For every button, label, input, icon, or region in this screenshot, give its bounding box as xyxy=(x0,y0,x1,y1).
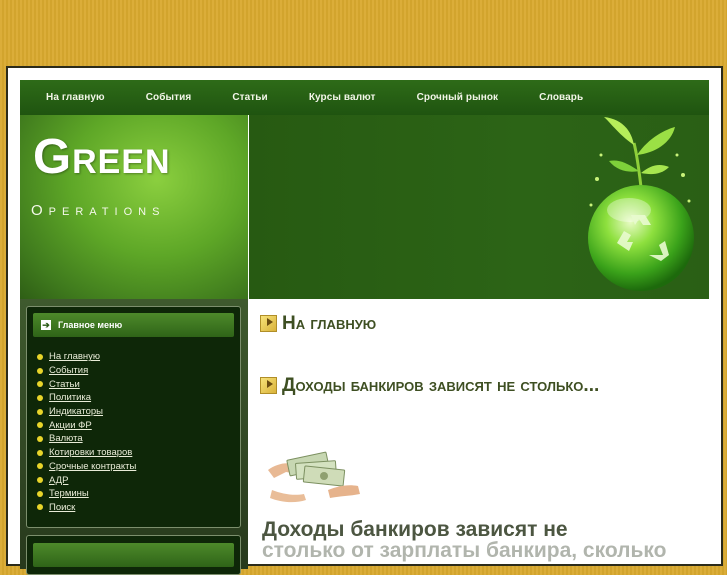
menu-item-politics[interactable]: Политика xyxy=(37,391,136,405)
article-title-continued: столько от зарплаты банкира, сколько xyxy=(262,539,667,562)
bullet-icon xyxy=(37,490,43,497)
arrow-right-icon: ➔ xyxy=(41,320,51,330)
heading-text: На главную xyxy=(282,313,377,334)
menu-link[interactable]: Срочные контракты xyxy=(49,461,136,472)
page-frame: На главную События Статьи Курсы валют Ср… xyxy=(6,66,723,575)
menu-item-events[interactable]: События xyxy=(37,364,136,378)
logo-subtitle: Operations xyxy=(31,202,166,219)
content-heading-article[interactable]: Доходы банкиров зависят не столько... xyxy=(260,375,599,397)
menu-link[interactable]: На главную xyxy=(49,351,100,362)
menu-item-articles[interactable]: Статьи xyxy=(37,377,136,391)
site-logo[interactable]: Green Operations xyxy=(20,115,248,299)
nav-dictionary[interactable]: Словарь xyxy=(539,92,583,103)
menu-link[interactable]: Котировки товаров xyxy=(49,447,132,458)
bullet-icon xyxy=(37,449,43,456)
main-menu-list: На главную События Статьи Политика Индик… xyxy=(37,350,136,514)
article-title[interactable]: Доходы банкиров зависят не xyxy=(262,519,568,540)
sidebar: ➔ Главное меню На главную События Статьи… xyxy=(20,299,248,575)
nav-home[interactable]: На главную xyxy=(46,92,105,103)
nav-currency-rates[interactable]: Курсы валют xyxy=(309,92,376,103)
menu-link[interactable]: Индикаторы xyxy=(49,406,103,417)
bullet-icon xyxy=(37,477,43,484)
menu-item-terms[interactable]: Термины xyxy=(37,487,136,501)
bullet-icon xyxy=(37,394,43,401)
menu-link[interactable]: Поиск xyxy=(49,502,75,513)
main-menu: ➔ Главное меню На главную События Статьи… xyxy=(26,306,241,528)
menu-item-commodity-quotes[interactable]: Котировки товаров xyxy=(37,446,136,460)
bullet-icon xyxy=(37,408,43,415)
menu-link[interactable]: Политика xyxy=(49,392,91,403)
menu-item-search[interactable]: Поиск xyxy=(37,501,136,515)
menu-link[interactable]: События xyxy=(49,365,88,376)
bullet-icon xyxy=(37,504,43,511)
bullet-icon xyxy=(37,422,43,429)
logo-title: Green xyxy=(33,130,171,184)
menu-item-indicators[interactable]: Индикаторы xyxy=(37,405,136,419)
secondary-menu-header xyxy=(33,543,234,567)
bullet-icon xyxy=(37,353,43,360)
bullet-icon xyxy=(37,463,43,470)
menu-item-futures[interactable]: Срочные контракты xyxy=(37,460,136,474)
bullet-icon xyxy=(37,381,43,388)
main-menu-title: Главное меню xyxy=(58,320,123,330)
menu-link[interactable]: Статьи xyxy=(49,379,80,390)
header-banner xyxy=(249,115,709,299)
nav-articles[interactable]: Статьи xyxy=(232,92,267,103)
bullet-icon xyxy=(37,367,43,374)
menu-item-stocks[interactable]: Акции ФР xyxy=(37,418,136,432)
content-heading-home[interactable]: На главную xyxy=(260,313,376,335)
recycle-globe-icon xyxy=(588,117,694,291)
main-menu-header: ➔ Главное меню xyxy=(33,313,234,337)
menu-link[interactable]: АДР xyxy=(49,475,68,486)
nav-events[interactable]: События xyxy=(146,92,192,103)
heading-arrow-icon xyxy=(260,315,277,333)
nav-futures-market[interactable]: Срочный рынок xyxy=(417,92,499,103)
top-navigation: На главную События Статьи Курсы валют Ср… xyxy=(20,80,709,115)
money-hands-icon xyxy=(268,451,360,503)
menu-item-currency[interactable]: Валюта xyxy=(37,432,136,446)
bullet-icon xyxy=(37,435,43,442)
site-header: Green Operations xyxy=(20,115,709,299)
menu-link[interactable]: Акции ФР xyxy=(49,420,92,431)
heading-arrow-icon xyxy=(260,377,277,395)
menu-link[interactable]: Валюта xyxy=(49,433,83,444)
menu-item-adr[interactable]: АДР xyxy=(37,473,136,487)
heading-text: Доходы банкиров зависят не столько... xyxy=(282,375,600,396)
secondary-menu xyxy=(26,535,241,575)
menu-item-home[interactable]: На главную xyxy=(37,350,136,364)
menu-link[interactable]: Термины xyxy=(49,488,89,499)
